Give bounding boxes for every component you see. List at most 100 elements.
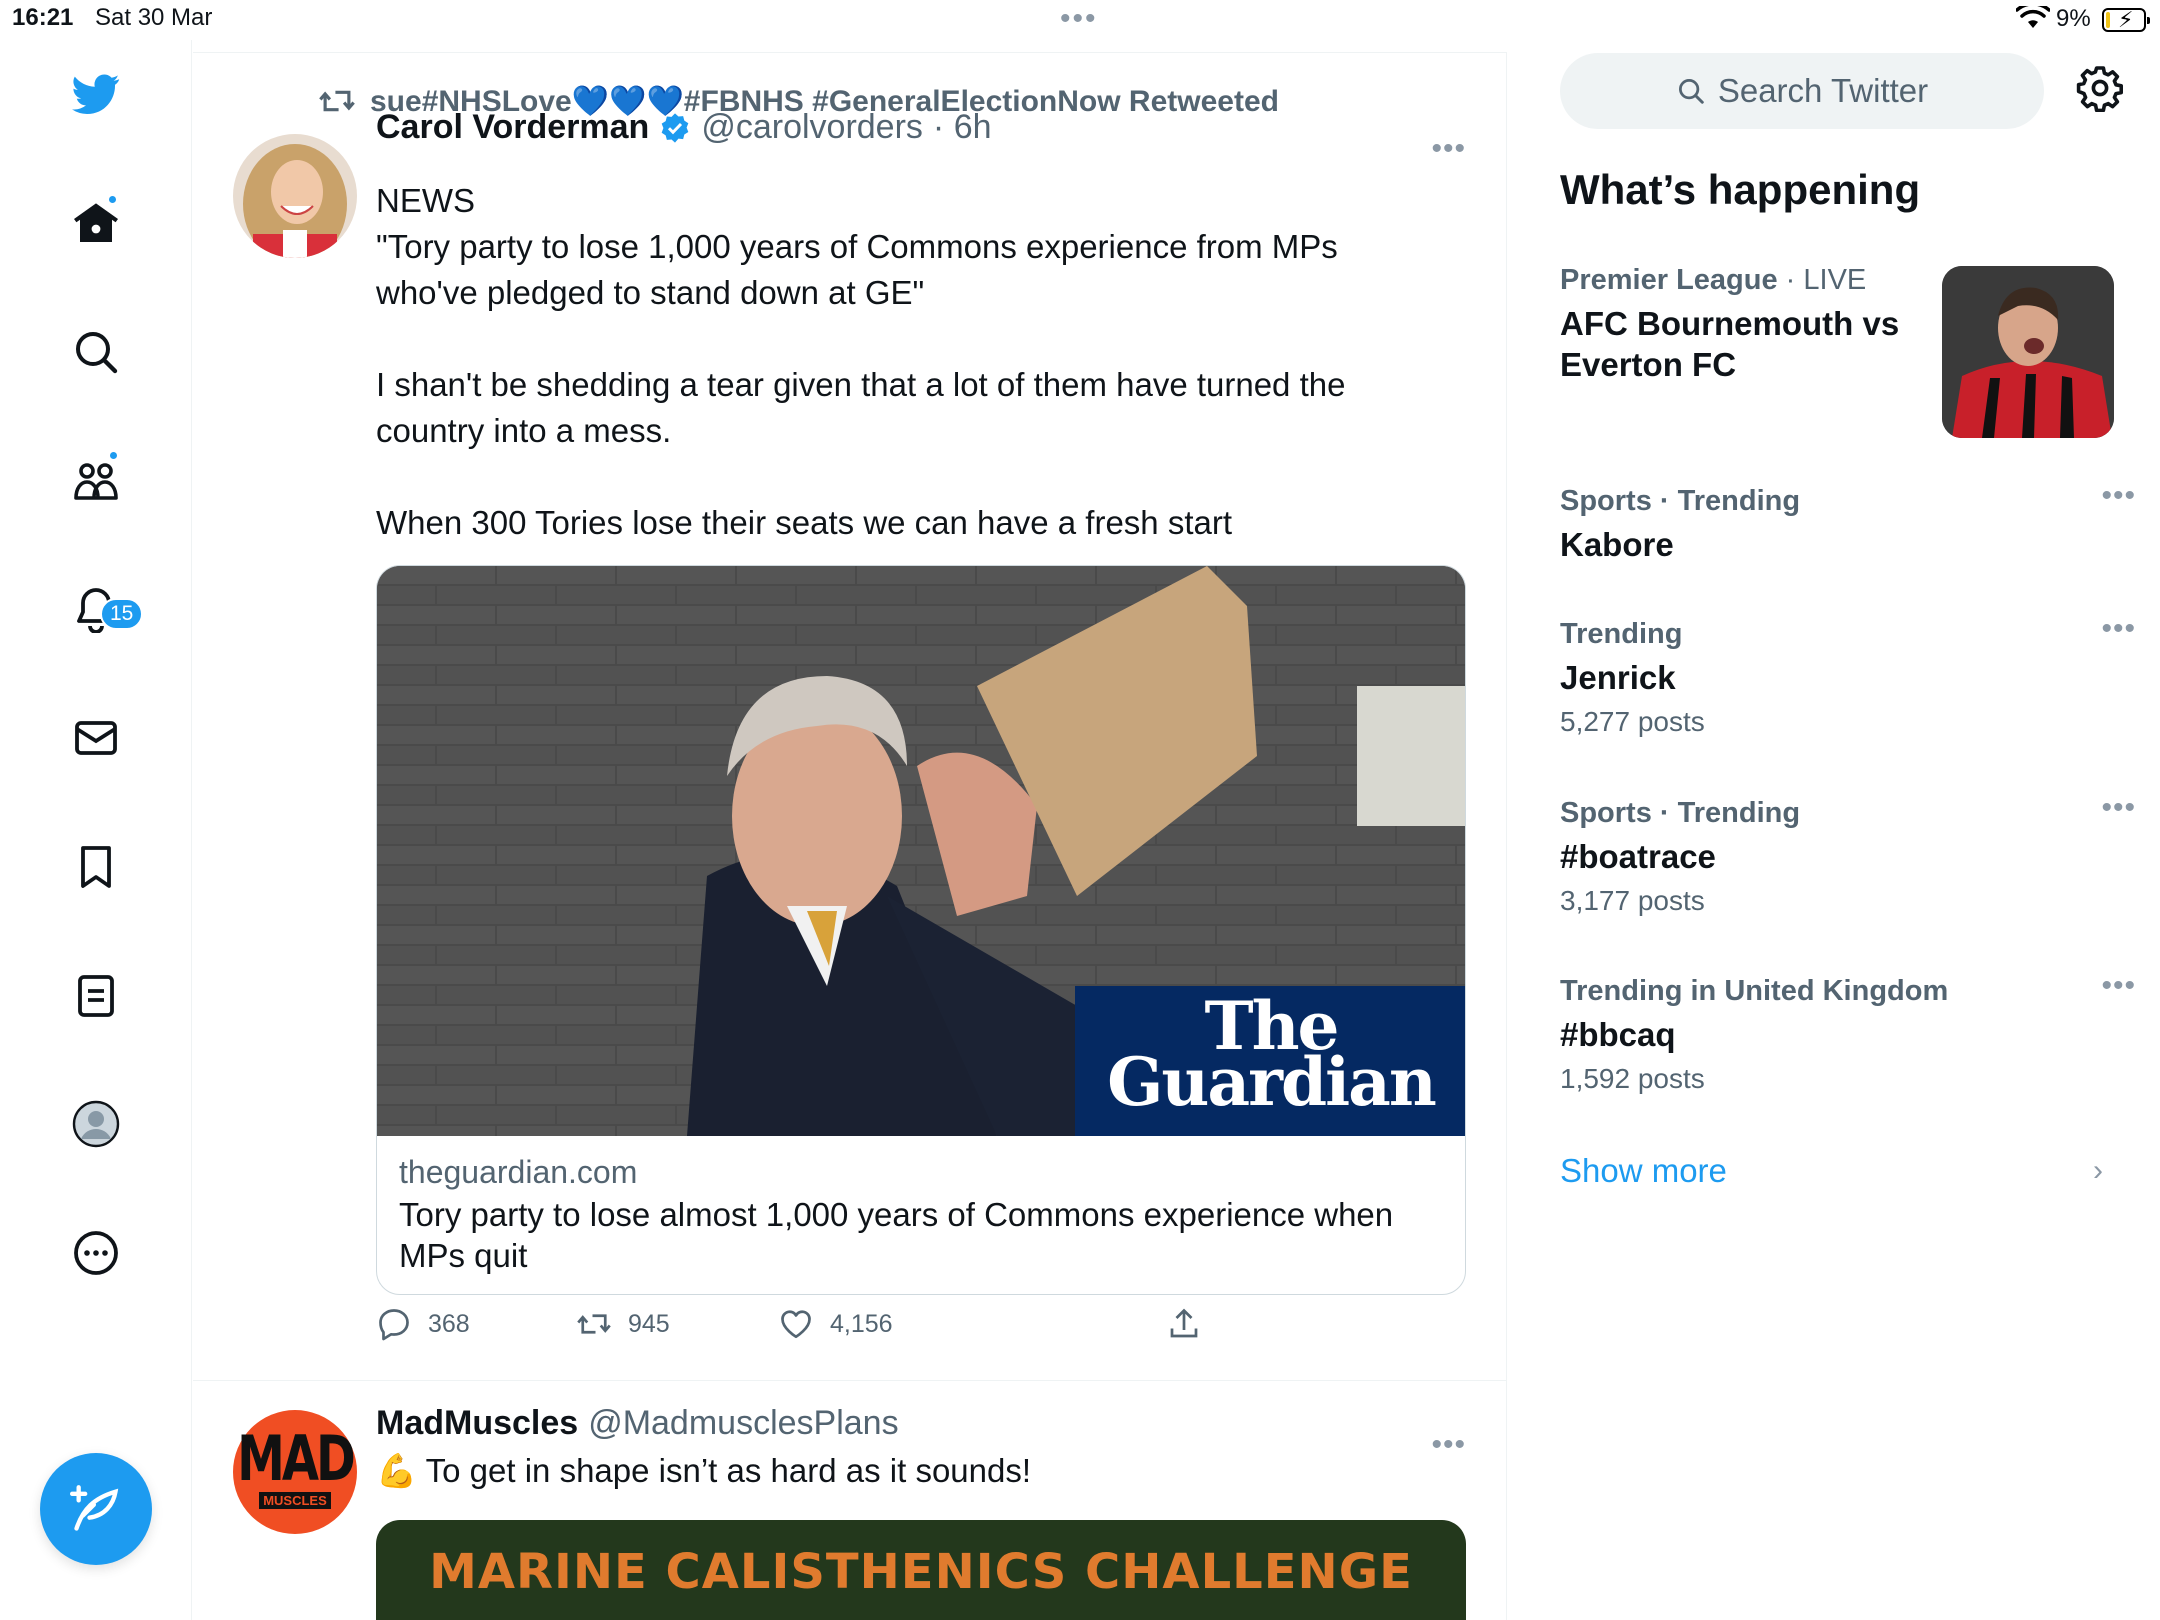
link-card[interactable]: The Guardian theguardian.com Tory party … (376, 565, 1466, 1295)
trend-item[interactable]: Trending Jenrick 5,277 posts ••• (1560, 612, 2135, 738)
tweet-media[interactable]: MARINE CALISTHENICS CHALLENGE (376, 1520, 1466, 1620)
bird-icon (72, 74, 120, 114)
trend-item[interactable]: Sports · Trending #boatrace 3,177 posts … (1560, 791, 2135, 917)
trend-item[interactable]: Trending in United Kingdom #bbcaq 1,592 … (1560, 969, 2135, 1095)
timeline: sue#NHSLove💙💙💙#FBNHS #GeneralElectionNow… (193, 52, 1507, 1620)
home-unread-dot (107, 194, 118, 205)
card-domain: theguardian.com (399, 1154, 638, 1190)
like-count: 4,156 (830, 1309, 893, 1338)
gear-icon[interactable] (2076, 64, 2124, 112)
communities-unread-dot (108, 450, 119, 461)
battery-fill (2106, 12, 2110, 28)
trend-topic: #boatrace (1560, 838, 1716, 875)
search-input[interactable]: Search Twitter (1560, 53, 2044, 129)
author-name[interactable]: Carol Vorderman (376, 108, 649, 147)
timeline-top-divider (193, 52, 1507, 53)
nav-profile[interactable] (62, 1090, 130, 1158)
trend-post-count: 3,177 posts (1560, 885, 1705, 916)
nav-more[interactable] (62, 1219, 130, 1287)
nav-explore[interactable] (62, 318, 130, 386)
like-button[interactable]: 4,156 (778, 1306, 893, 1342)
search-icon (1678, 79, 1704, 104)
more-circle-icon (74, 1231, 118, 1275)
status-date: Sat 30 Mar (95, 4, 213, 31)
envelope-icon (75, 721, 117, 755)
author-handle[interactable]: @carolvorders (701, 108, 923, 147)
reply-count: 368 (428, 1309, 470, 1338)
trend-image[interactable] (1942, 266, 2114, 438)
avatar-photo (233, 134, 357, 258)
retweet-count: 945 (628, 1309, 670, 1338)
tweet-more-icon[interactable]: ••• (1431, 132, 1466, 166)
communities-icon (74, 463, 118, 500)
notifications-badge: 15 (100, 598, 144, 630)
card-image: The Guardian (377, 566, 1465, 1136)
author-name[interactable]: MadMuscles (376, 1404, 578, 1443)
tweet-text: NEWS "Tory party to lose 1,000 years of … (376, 182, 1346, 541)
trend-item[interactable]: Sports · Trending Kabore ••• (1560, 479, 2135, 565)
tweet-header: Carol Vorderman @carolvorders · 6h (376, 108, 992, 147)
list-icon (78, 975, 114, 1017)
multitasking-dots-icon[interactable]: ••• (1060, 2, 1098, 36)
twitter-logo-icon[interactable] (62, 60, 130, 128)
compose-tweet-button[interactable] (40, 1453, 152, 1565)
whats-happening-title: What’s happening (1560, 166, 1921, 213)
trend-category: Sports · Trending (1560, 797, 1801, 829)
share-icon (1170, 1308, 1198, 1338)
charging-bolt-icon: ⚡ (2118, 7, 2134, 32)
status-time: 16:21 (12, 4, 74, 31)
media-text: MARINE CALISTHENICS CHALLENGE (429, 1544, 1413, 1600)
trend-topic: Kabore (1560, 526, 1674, 563)
nav-bookmarks[interactable] (62, 833, 130, 901)
trend-post-count: 1,592 posts (1560, 1063, 1705, 1094)
left-nav: 15 (0, 40, 192, 1620)
footballer-photo (1942, 266, 2114, 438)
madmuscles-avatar[interactable]: MAD MUSCLES (233, 1410, 357, 1534)
tweet-text: 💪 To get in shape isn’t as hard as it so… (376, 1452, 1032, 1489)
trend-more-icon[interactable]: ••• (2101, 612, 2136, 646)
avatar-logo-top: MAD (237, 1422, 356, 1495)
tweet-divider (193, 1380, 1507, 1381)
carol-vorderman-avatar[interactable] (233, 134, 357, 258)
trend-category: Trending in United Kingdom (1560, 975, 1949, 1007)
home-icon (74, 203, 118, 242)
share-button[interactable] (1166, 1306, 1202, 1342)
retweet-button[interactable]: 945 (576, 1306, 670, 1342)
trend-meta: Premier League · LIVE (1560, 264, 1920, 297)
reply-button[interactable]: 368 (376, 1306, 470, 1342)
battery-icon: ⚡ (2102, 7, 2150, 32)
guardian-logo: The Guardian (1075, 986, 1465, 1136)
compose-feather-icon (70, 1485, 119, 1531)
tweet-header: MadMuscles @MadmusclesPlans (376, 1404, 899, 1443)
trend-more-icon[interactable]: ••• (2101, 791, 2136, 825)
retweet-icon (577, 1314, 611, 1334)
profile-avatar-icon (72, 1100, 120, 1148)
trend-item[interactable]: Premier League · LIVE AFC Bournemouth vs… (1560, 264, 1920, 385)
trend-more-icon[interactable]: ••• (2101, 969, 2136, 1003)
trend-topic: Jenrick (1560, 659, 1676, 696)
logo-line-2: Guardian (1107, 1043, 1437, 1121)
wifi-icon (2016, 6, 2050, 28)
nav-lists[interactable] (62, 962, 130, 1030)
trend-category: Sports · Trending (1560, 485, 1801, 517)
reply-icon (379, 1309, 409, 1341)
battery-percent: 9% (2056, 5, 2091, 32)
trend-category: Trending (1560, 618, 1683, 650)
tweet-more-icon[interactable]: ••• (1431, 1428, 1466, 1462)
show-more-link[interactable]: Show more (1560, 1152, 1727, 1190)
verified-badge-icon (661, 112, 689, 143)
author-handle[interactable]: @MadmusclesPlans (588, 1404, 898, 1443)
nav-home[interactable] (62, 190, 130, 258)
nav-communities[interactable] (62, 446, 130, 514)
chevron-right-icon: › (2093, 1154, 2103, 1187)
trend-category: Premier League (1560, 264, 1778, 296)
heart-icon (781, 1310, 811, 1339)
search-icon (76, 332, 118, 374)
trend-more-icon[interactable]: ••• (2101, 479, 2136, 513)
trend-topic: #bbcaq (1560, 1016, 1676, 1053)
tweet-actions: 368 945 4,156 (376, 1306, 1198, 1356)
tweet-time[interactable]: · 6h (933, 108, 992, 147)
search-placeholder: Search Twitter (1717, 72, 1929, 109)
nav-messages[interactable] (62, 704, 130, 772)
trend-post-count: 5,277 posts (1560, 706, 1705, 737)
